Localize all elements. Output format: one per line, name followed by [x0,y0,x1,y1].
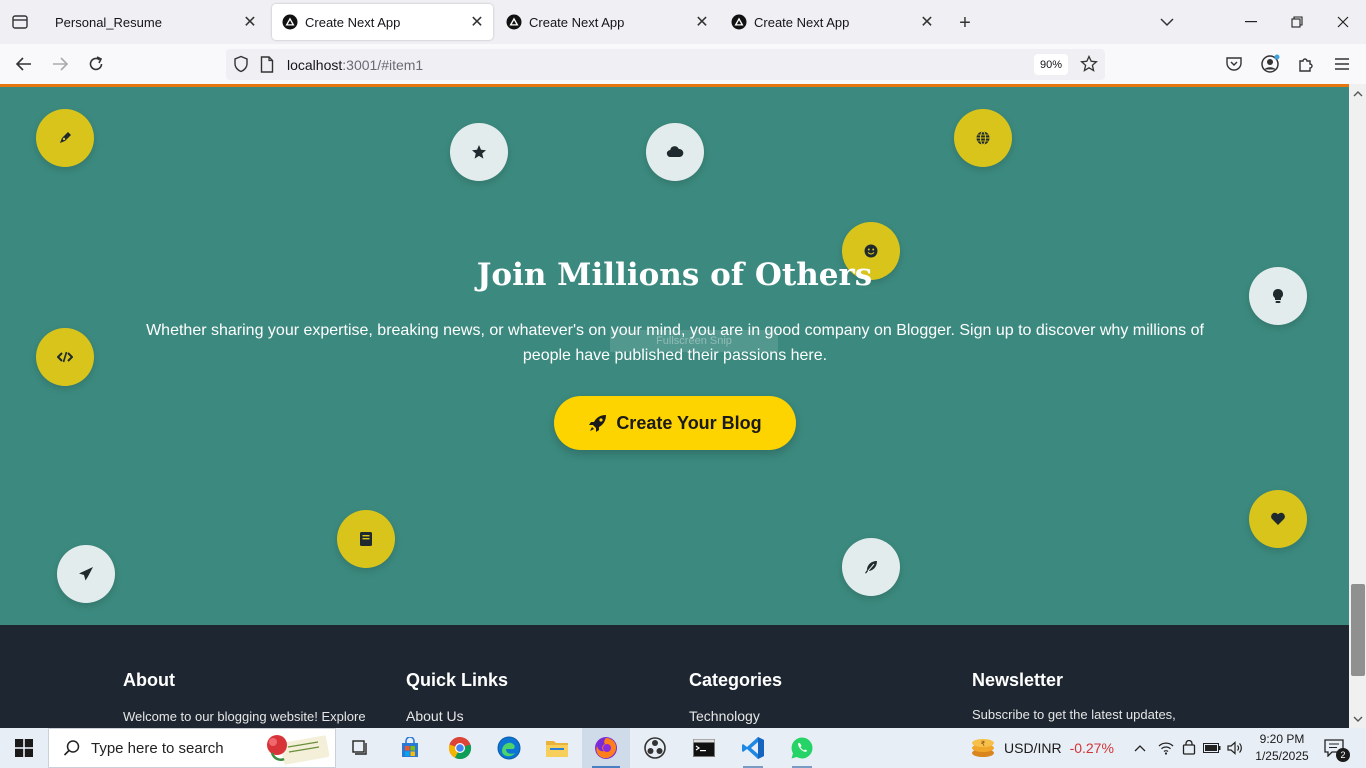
close-tab-icon[interactable]: ✕ [915,10,939,34]
tab-create-next-app-2[interactable]: Create Next App ✕ [496,4,718,40]
ticker-change: -0.27% [1069,740,1114,756]
microsoft-store-icon[interactable] [386,728,434,768]
hamburger-menu-icon[interactable] [1330,52,1354,76]
footer-about-column: About Welcome to our blogging website! E… [123,670,366,724]
ticker-label: USD/INR [1004,740,1062,756]
shield-icon[interactable] [232,55,250,73]
close-tab-icon[interactable]: ✕ [238,10,262,34]
page-info-icon[interactable] [260,56,276,74]
firefox-icon[interactable] [582,728,630,768]
edge-icon[interactable] [485,728,533,768]
system-clock[interactable]: 9:20 PM 1/25/2025 [1252,731,1312,765]
footer-categories-column: Categories Technology [689,670,782,724]
obs-studio-icon[interactable] [631,728,679,768]
whatsapp-icon[interactable] [778,728,826,768]
url-host: localhost [287,57,343,73]
search-icon [63,740,80,756]
tab-title: Personal_Resume [55,14,162,30]
footer-categories-heading: Categories [689,670,783,690]
scrollbar-thumb[interactable] [1351,584,1365,676]
tab-list-icon[interactable] [8,10,32,34]
star-icon [450,123,508,181]
footer-link-about-us[interactable]: About Us [406,708,508,724]
nextjs-logo-icon [282,14,298,30]
tab-title: Create Next App [529,14,625,30]
scroll-up-arrow-icon[interactable] [1351,87,1365,101]
tab-create-next-app-active[interactable]: Create Next App ✕ [272,4,493,40]
minimize-window-icon[interactable] [1228,6,1274,38]
cloud-icon [646,123,704,181]
url-path: :3001/#item1 [342,57,424,73]
windows-start-icon[interactable] [0,728,48,768]
show-hidden-icons-chevron-up-icon[interactable] [1129,728,1151,768]
money-stack-icon: ₹ [972,739,994,757]
paper-plane-icon [57,545,115,603]
footer-newsletter-column: Newsletter Subscribe to get the latest u… [972,670,1176,722]
footer-about-heading: About [123,670,175,690]
new-tab-plus-icon[interactable]: + [952,10,978,36]
notification-center-icon[interactable]: 2 [1322,736,1350,762]
battery-icon[interactable] [1201,728,1223,768]
tab-personal-resume[interactable]: Personal_Resume ✕ [44,4,266,40]
book-icon [337,510,395,568]
feather-icon [842,538,900,596]
tab-title: Create Next App [305,14,401,30]
search-highlight-illustration-icon [260,731,332,765]
site-footer: About Welcome to our blogging website! E… [0,625,1349,728]
back-arrow-icon[interactable] [10,50,38,78]
chevron-down-icon[interactable] [1155,10,1179,34]
reload-icon[interactable] [82,50,110,78]
command-prompt-icon[interactable] [680,728,728,768]
url-text[interactable]: localhost:3001/#item1 [287,57,423,73]
vscode-icon[interactable] [729,728,777,768]
close-tab-icon[interactable]: ✕ [465,10,489,34]
pocket-icon[interactable] [1222,52,1246,76]
close-tab-icon[interactable]: ✕ [690,10,714,34]
forward-arrow-icon[interactable] [46,50,74,78]
account-avatar-icon[interactable] [1258,52,1282,76]
stock-ticker-widget[interactable]: ₹ USD/INR -0.27% [970,728,1114,768]
restore-window-icon[interactable] [1274,6,1320,38]
close-window-icon[interactable] [1320,6,1366,38]
globe-icon [954,109,1012,167]
rocket-icon [589,415,607,432]
nextjs-logo-icon [506,14,522,30]
footer-newsletter-text: Subscribe to get the latest updates, [972,707,1176,722]
tab-create-next-app-3[interactable]: Create Next App ✕ [721,4,943,40]
code-icon [36,328,94,386]
footer-quick-links-heading: Quick Links [406,670,509,690]
clock-date: 1/25/2025 [1255,749,1309,763]
cta-label: Create Your Blog [616,412,762,433]
chrome-icon[interactable] [436,728,484,768]
vpn-shield-icon[interactable] [1178,728,1200,768]
volume-speaker-icon[interactable] [1224,728,1246,768]
search-placeholder: Type here to search [91,739,224,757]
extensions-puzzle-icon[interactable] [1294,52,1318,76]
footer-about-text: Welcome to our blogging website! Explore [123,709,366,724]
task-view-icon[interactable] [336,728,384,768]
zoom-level-badge[interactable]: 90% [1034,54,1068,75]
bookmark-star-icon[interactable] [1078,53,1100,75]
clock-time: 9:20 PM [1259,732,1305,746]
heart-icon [1249,490,1307,548]
footer-link-technology[interactable]: Technology [689,708,782,724]
tab-title: Create Next App [754,14,850,30]
join-hero-section: Fullscreen Snip Join Millions of Others … [0,87,1349,625]
footer-newsletter-heading: Newsletter [972,670,1064,690]
scroll-down-arrow-icon[interactable] [1351,712,1365,726]
hero-description: Whether sharing your expertise, breaking… [146,322,1204,364]
pen-icon [36,109,94,167]
file-explorer-icon[interactable] [533,728,581,768]
nextjs-logo-icon [731,14,747,30]
hero-title: Join Millions of Others [476,257,873,293]
create-your-blog-button[interactable]: Create Your Blog [554,396,796,450]
svg-text:₹: ₹ [981,740,986,748]
footer-quick-links-column: Quick Links About Us [406,670,508,724]
wifi-icon[interactable] [1155,728,1177,768]
notification-count-badge: 2 [1336,748,1350,762]
